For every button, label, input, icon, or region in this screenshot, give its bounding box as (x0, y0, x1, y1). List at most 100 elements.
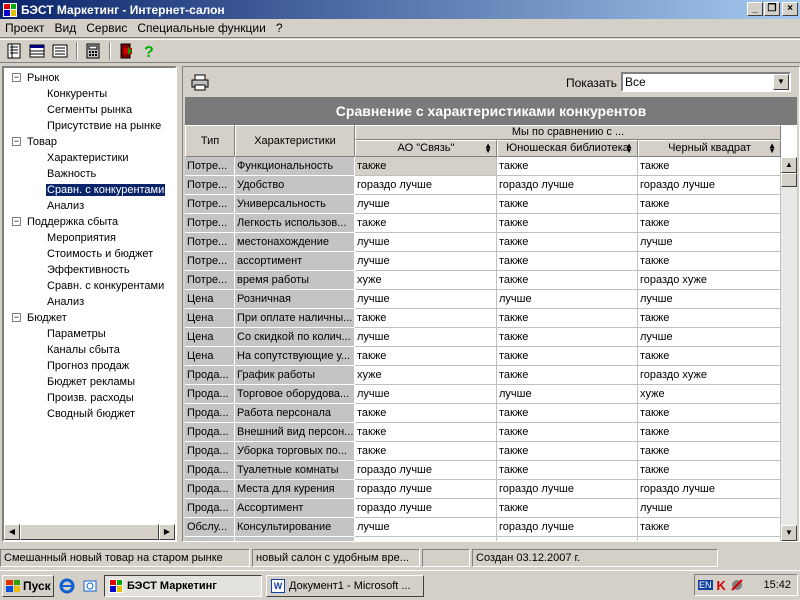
scroll-left-button[interactable]: ◀ (4, 524, 20, 540)
comparison-cell[interactable]: лучше (638, 290, 781, 309)
comparison-cell[interactable]: лучше (355, 195, 497, 214)
taskbar-button-word[interactable]: W Документ1 - Microsoft ... (266, 574, 424, 597)
comparison-cell[interactable]: лучше (355, 385, 497, 404)
comparison-cell[interactable]: также (497, 366, 638, 385)
sort-arrows-icon[interactable]: ▲ ▼ (625, 142, 633, 155)
scroll-thumb[interactable] (781, 173, 797, 187)
table-row[interactable]: Прода... Работа персонала также также также (185, 404, 781, 423)
comparison-cell[interactable]: также (638, 518, 781, 537)
scroll-down-button[interactable]: ▼ (781, 525, 797, 541)
comparison-cell[interactable]: гораздо лучше (355, 499, 497, 518)
document-icon[interactable] (3, 41, 25, 62)
comparison-cell[interactable]: лучше (638, 328, 781, 347)
menu-special-functions[interactable]: Специальные функции (132, 21, 271, 35)
comparison-cell[interactable]: также (638, 442, 781, 461)
tree-item[interactable]: Бюджет рекламы (4, 374, 175, 390)
comparison-cell[interactable]: лучше (355, 518, 497, 537)
exit-icon[interactable] (115, 41, 137, 62)
comparison-cell[interactable]: хуже (355, 271, 497, 290)
collapse-icon[interactable]: − (12, 217, 21, 226)
network-icon[interactable] (730, 578, 744, 592)
comparison-cell[interactable]: также (497, 271, 638, 290)
table-row[interactable]: Потре... местонахождение лучше также лучше (185, 233, 781, 252)
column-header-type[interactable]: Тип (185, 125, 235, 157)
comparison-cell[interactable]: также (638, 461, 781, 480)
table-row[interactable]: Прода... Внешний вид персон... также также т… (185, 423, 781, 442)
taskbar-button-best-marketing[interactable]: БЭСТ Маркетинг (104, 574, 262, 597)
table-row[interactable]: Обслу... Консультирование лучше гораздо луч… (185, 518, 781, 537)
tree-item[interactable]: Произв. расходы (4, 390, 175, 406)
tree-item[interactable]: Характеристики (4, 150, 175, 166)
close-button[interactable]: × (782, 2, 798, 16)
comparison-cell[interactable]: также (497, 404, 638, 423)
comparison-cell[interactable]: также (497, 309, 638, 328)
table-row[interactable]: Цена При оплате наличны... также также также (185, 309, 781, 328)
sort-arrows-icon[interactable]: ▲ ▼ (768, 142, 776, 155)
tree-item[interactable]: Присутствие на рынке (4, 118, 175, 134)
comparison-cell[interactable]: гораздо лучше (355, 461, 497, 480)
comparison-cell[interactable]: также (638, 309, 781, 328)
help-icon[interactable]: ? (138, 41, 160, 62)
tree-item[interactable]: Сегменты рынка (4, 102, 175, 118)
internet-explorer-icon[interactable] (57, 576, 77, 596)
table-row[interactable]: Прода... Уборка торговых по... также также т… (185, 442, 781, 461)
sort-arrows-icon[interactable]: ▲ ▼ (484, 142, 492, 155)
comparison-cell[interactable]: также (497, 347, 638, 366)
table-row[interactable]: Прода... График работы хуже также гораздо ху… (185, 366, 781, 385)
table-icon[interactable] (26, 41, 48, 62)
tree-group[interactable]: − Поддержка сбыта (4, 214, 175, 230)
comparison-cell[interactable]: также (355, 404, 497, 423)
table-row[interactable]: Прода... Места для курения гораздо лучше го… (185, 480, 781, 499)
comparison-cell[interactable]: также (497, 214, 638, 233)
tree-group[interactable]: − Товар (4, 134, 175, 150)
tree-item[interactable]: Анализ (4, 198, 175, 214)
comparison-cell[interactable]: также (497, 157, 638, 176)
comparison-cell[interactable]: лучше (638, 499, 781, 518)
scroll-thumb[interactable] (20, 524, 159, 540)
comparison-cell[interactable]: также (638, 195, 781, 214)
comparison-cell[interactable]: гораздо лучше (355, 176, 497, 195)
table-row[interactable]: Обслу... (185, 537, 781, 541)
comparison-cell[interactable]: хуже (355, 366, 497, 385)
comparison-cell[interactable]: лучше (638, 233, 781, 252)
table-row[interactable]: Потре... Универсальность лучше также также (185, 195, 781, 214)
table-row[interactable]: Потре... Функциональность также также также (185, 157, 781, 176)
comparison-cell[interactable] (638, 537, 781, 541)
tree-item[interactable]: Мероприятия (4, 230, 175, 246)
comparison-cell[interactable]: также (355, 214, 497, 233)
comparison-cell[interactable]: лучше (355, 252, 497, 271)
scroll-up-button[interactable]: ▲ (781, 157, 797, 173)
filter-select[interactable]: Все ▼ (621, 72, 791, 92)
antivirus-icon[interactable]: K (717, 578, 726, 593)
table-row[interactable]: Потре... Удобство гораздо лучше гораздо луч… (185, 176, 781, 195)
comparison-cell[interactable]: лучше (497, 290, 638, 309)
outlook-express-icon[interactable] (80, 576, 100, 596)
comparison-cell[interactable]: также (638, 252, 781, 271)
table-row[interactable]: Прода... Туалетные комнаты гораздо лучше та… (185, 461, 781, 480)
comparison-cell[interactable]: также (497, 461, 638, 480)
list-icon[interactable] (49, 41, 71, 62)
tree-item[interactable]: Стоимость и бюджет (4, 246, 175, 262)
comparison-cell[interactable]: также (355, 157, 497, 176)
tree-item[interactable]: Сравн. с конкурентами (4, 278, 175, 294)
comparison-cell[interactable]: также (497, 328, 638, 347)
table-row[interactable]: Прода... Ассортимент гораздо лучше также луч… (185, 499, 781, 518)
column-header-competitor-1[interactable]: АО "Связь" ▲ ▼ (355, 140, 497, 157)
comparison-cell[interactable]: гораздо лучше (497, 518, 638, 537)
scroll-right-button[interactable]: ▶ (159, 524, 175, 540)
comparison-cell[interactable]: также (497, 423, 638, 442)
tree-horizontal-scrollbar[interactable]: ◀ ▶ (4, 524, 175, 540)
tree-item[interactable]: Конкуренты (4, 86, 175, 102)
collapse-icon[interactable]: − (12, 73, 21, 82)
tree-item[interactable]: Важность (4, 166, 175, 182)
comparison-cell[interactable]: гораздо хуже (638, 366, 781, 385)
menu-help[interactable]: ? (271, 21, 288, 35)
table-row[interactable]: Цена Розничная лучше лучше лучше (185, 290, 781, 309)
comparison-cell[interactable]: также (638, 214, 781, 233)
comparison-cell[interactable] (355, 537, 497, 541)
comparison-cell[interactable]: гораздо лучше (497, 480, 638, 499)
table-row[interactable]: Потре... ассортимент лучше также также (185, 252, 781, 271)
comparison-cell[interactable]: также (497, 499, 638, 518)
table-row[interactable]: Потре... время работы хуже также гораздо хуж… (185, 271, 781, 290)
menu-view[interactable]: Вид (50, 21, 82, 35)
